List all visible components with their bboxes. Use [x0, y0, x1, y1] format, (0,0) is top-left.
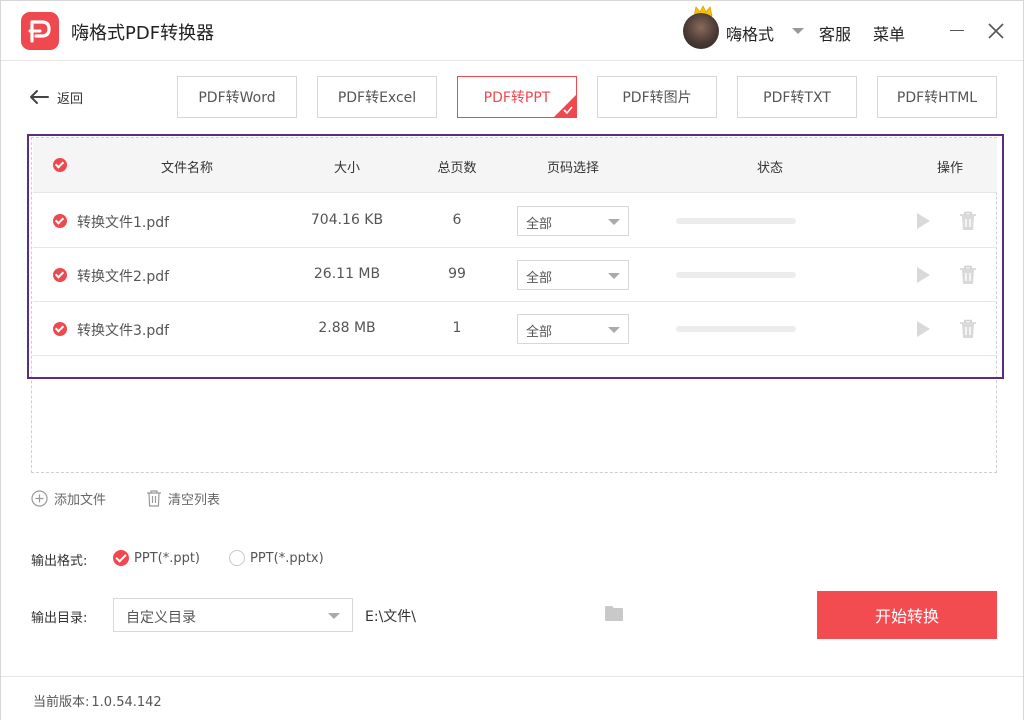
output-dir-label: 输出目录: — [31, 611, 88, 626]
tab-pdf-to-html[interactable]: PDF转HTML — [877, 76, 997, 118]
table-highlight-frame — [27, 134, 1004, 379]
clear-list-button[interactable]: 清空列表 — [146, 489, 221, 508]
folder-icon[interactable] — [604, 605, 624, 622]
output-dir-select[interactable]: 自定义目录 — [113, 598, 353, 632]
tab-pdf-to-word[interactable]: PDF转Word — [177, 76, 297, 118]
pdf-logo-icon — [21, 12, 59, 50]
tab-pdf-to-excel[interactable]: PDF转Excel — [317, 76, 437, 118]
start-convert-button[interactable]: 开始转换 — [817, 591, 997, 639]
arrow-left-icon — [30, 90, 49, 104]
check-icon — [563, 106, 573, 115]
add-file-label: 添加文件 — [54, 492, 107, 508]
radio-unchecked-icon — [229, 550, 245, 566]
title-bar: 嗨格式PDF转换器 嗨格式 客服 菜单 — [1, 1, 1023, 61]
format-option-pptx[interactable]: PPT(*.pptx) — [229, 549, 324, 567]
version-info: 当前版本: 1.0.54.142 — [31, 691, 162, 710]
status-footer: 当前版本: 1.0.54.142 — [1, 676, 1023, 720]
plus-circle-icon — [31, 489, 48, 507]
tab-pdf-to-txt[interactable]: PDF转TXT — [737, 76, 857, 118]
version-label: 当前版本: — [33, 695, 90, 710]
output-format-label: 输出格式: — [31, 554, 88, 569]
app-title: 嗨格式PDF转换器 — [71, 23, 215, 44]
chevron-down-icon — [328, 613, 340, 619]
format-option-label: PPT(*.pptx) — [250, 550, 324, 566]
clear-list-label: 清空列表 — [168, 492, 221, 508]
format-option-ppt[interactable]: PPT(*.ppt) — [113, 549, 200, 567]
output-dir-path: E:\文件\ — [365, 609, 416, 625]
tab-pdf-to-image[interactable]: PDF转图片 — [597, 76, 717, 118]
format-option-label: PPT(*.ppt) — [134, 550, 200, 566]
menu-link[interactable]: 菜单 — [873, 21, 905, 45]
tab-pdf-to-ppt[interactable]: PDF转PPT — [457, 76, 577, 118]
output-dir-select-value: 自定义目录 — [126, 610, 196, 626]
user-avatar[interactable] — [683, 13, 719, 49]
close-icon[interactable] — [987, 22, 1005, 40]
back-button[interactable]: 返回 — [29, 87, 83, 107]
chevron-down-icon[interactable] — [792, 28, 804, 34]
tab-label: PDF转PPT — [483, 90, 551, 106]
minimize-icon[interactable] — [950, 30, 964, 31]
version-value: 1.0.54.142 — [91, 695, 162, 710]
add-file-button[interactable]: 添加文件 — [31, 489, 107, 508]
app-window: 嗨格式PDF转换器 嗨格式 客服 菜单 返回 PDF转Word PDF转Exce… — [0, 0, 1024, 720]
radio-checked-icon — [113, 550, 129, 566]
trash-icon — [147, 489, 161, 507]
back-label: 返回 — [57, 91, 84, 107]
customer-service-link[interactable]: 客服 — [819, 21, 851, 45]
user-name[interactable]: 嗨格式 — [726, 21, 774, 45]
